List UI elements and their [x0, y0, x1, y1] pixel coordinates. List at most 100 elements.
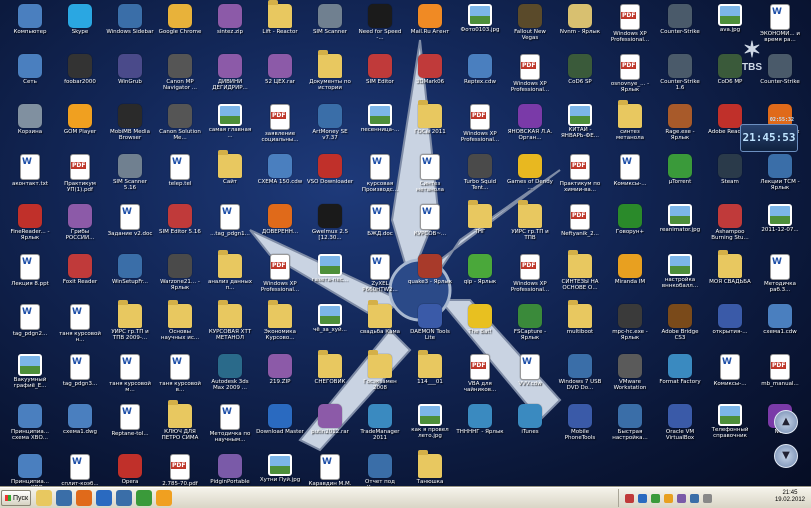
desktop-icon[interactable]: ТННННГ - Ярлык	[456, 404, 504, 435]
desktop-icon[interactable]: Принципиа... схема ХВО...	[6, 404, 54, 441]
desktop-icon[interactable]: µTorrent	[656, 154, 704, 185]
desktop-icon[interactable]: КЛЮЧ ДЛЯ ПЕТРО СИМА	[156, 400, 204, 441]
taskbar-clock[interactable]: 21:45 19.02.2012	[775, 490, 805, 504]
desktop-icon[interactable]: foobar2000	[56, 54, 104, 85]
desktop-icon[interactable]: Windows XP Professional...	[456, 104, 504, 143]
desktop-icon[interactable]: multiboot	[556, 300, 604, 335]
desktop-icon[interactable]: Rage.exe - Ярлык	[656, 104, 704, 141]
desktop-icon[interactable]: Canon MP Navigator ...	[156, 54, 204, 91]
desktop-icon[interactable]: Лекция 8.ppt	[6, 254, 54, 287]
desktop-icon[interactable]: Корзина	[6, 104, 54, 135]
desktop-icon[interactable]: Отчет под Комикс...	[356, 454, 404, 487]
desktop-icon[interactable]: FSCapture - Ярлык	[506, 304, 554, 341]
desktop-icon[interactable]: Reptane-tol...	[106, 404, 154, 437]
clock-gadget[interactable]: 02:55:32 21:45:53	[740, 117, 798, 152]
desktop-icon[interactable]: схема1.cdw	[756, 304, 804, 335]
desktop-icon[interactable]: аконтакт.txt	[6, 154, 54, 187]
desktop-icon[interactable]: как я провел лето.jpg	[406, 404, 454, 439]
desktop-icon[interactable]: sintez.zip	[206, 4, 254, 35]
desktop-icon[interactable]: Warzone21... - Ярлык	[156, 254, 204, 291]
desktop-icon[interactable]: газета-пес...	[306, 254, 354, 283]
desktop-icon[interactable]: ArtMoney SE v7.37	[306, 104, 354, 141]
desktop-icon[interactable]: БЖД.doc	[356, 204, 404, 237]
desktop-icon[interactable]: ava.jpg	[706, 4, 754, 33]
quick-launch-icon[interactable]	[136, 490, 152, 506]
desktop-icon[interactable]: 219.ZIP	[256, 354, 304, 385]
quick-launch-icon[interactable]	[116, 490, 132, 506]
desktop-icon[interactable]: Turbo Squid Tent...	[456, 154, 504, 191]
desktop-icon[interactable]: Google Chrome	[156, 4, 204, 35]
desktop-icon[interactable]: ДИВИНИ ДЕГИДРИР...	[206, 54, 254, 91]
desktop-icon[interactable]: Skype	[56, 4, 104, 35]
desktop-icon[interactable]: Opera	[106, 454, 154, 485]
desktop-icon[interactable]: сплит-коэб...	[56, 454, 104, 487]
desktop-icon[interactable]: Телефонный справочник	[706, 404, 754, 439]
desktop-icon[interactable]: Games of Dendy ...	[506, 154, 554, 191]
desktop-icon[interactable]: Windows XP Professional...	[506, 254, 554, 293]
desktop-icon[interactable]: Танюшка	[406, 450, 454, 485]
desktop-icon[interactable]: чё_за_хуй...	[306, 304, 354, 333]
desktop-icon[interactable]: Foxit Reader	[56, 254, 104, 285]
desktop-icon[interactable]: Mail.Ru Агент	[406, 4, 454, 35]
tray-icon[interactable]	[651, 494, 660, 503]
tray-icon[interactable]	[664, 494, 673, 503]
desktop-icon[interactable]: Windows Sidebar	[106, 4, 154, 35]
desktop-icon[interactable]: WinGrub	[106, 54, 154, 85]
desktop-icon[interactable]: reanimator.jpg	[656, 204, 704, 233]
desktop-icon[interactable]: Neftyanik_2...	[556, 204, 604, 237]
desktop-icon[interactable]: The Bat!	[456, 304, 504, 335]
desktop-icon[interactable]: Принципиа... схема ХВО...	[6, 454, 54, 487]
quick-launch-icon[interactable]	[96, 490, 112, 506]
desktop-icon[interactable]: CoD6 SP	[556, 54, 604, 85]
desktop-icon[interactable]: Steam	[706, 154, 754, 185]
desktop-icon[interactable]: 2.785-70.pdf	[156, 454, 204, 487]
desktop-icon[interactable]: Windows XP Professional...	[256, 254, 304, 293]
desktop-icon[interactable]: Lift - Reactor	[256, 0, 304, 35]
desktop-icon[interactable]: GOM Player	[56, 104, 104, 135]
desktop-icon[interactable]: Синтез метанола	[406, 154, 454, 193]
tray-icon[interactable]	[703, 494, 712, 503]
desktop-icon[interactable]: tag_pdgn3...	[56, 354, 104, 387]
desktop-icon[interactable]: Комиксы-...	[606, 154, 654, 187]
quick-launch-icon[interactable]	[156, 490, 172, 506]
desktop-icon[interactable]: Говорун+	[606, 204, 654, 235]
desktop-icon[interactable]: Fallout New Vegas	[506, 4, 554, 41]
desktop-icon[interactable]: osnovnye_... - Ярлык	[606, 54, 654, 93]
desktop-icon[interactable]: Windows 7 USB DVD Do...	[556, 354, 604, 391]
desktop-icon[interactable]: SIM Scanner	[306, 4, 354, 35]
desktop-icon[interactable]: 3DMark06	[406, 54, 454, 85]
desktop-icon[interactable]: Грибы РОССИИ...	[56, 204, 104, 241]
desktop-icon[interactable]: Miranda IM	[606, 254, 654, 285]
desktop-icon[interactable]: mb_manual...	[756, 354, 804, 387]
desktop-icon[interactable]: WinSetupFr...	[106, 254, 154, 285]
desktop-icon[interactable]: Сайт	[206, 150, 254, 185]
desktop-icon[interactable]: ДОВЕРЕНН...	[256, 204, 304, 235]
desktop-icon[interactable]: УИРС гр.ТП и ТПВ	[506, 200, 554, 241]
desktop-icon[interactable]: СНЕГОВИК	[306, 350, 354, 385]
desktop-icon[interactable]: Nvnm - Ярлык	[556, 4, 604, 35]
desktop-icon[interactable]: mpc-hc.exe - Ярлык	[606, 304, 654, 341]
desktop-icon[interactable]: VVV.cdw	[506, 354, 554, 387]
desktop-icon[interactable]: Методичка раб.3...	[756, 254, 804, 293]
desktop-icon[interactable]: Oracle VM VirtualBox	[656, 404, 704, 441]
desktop-icon[interactable]: песенница-...	[356, 104, 404, 133]
quick-launch-icon[interactable]	[76, 490, 92, 506]
desktop-icon[interactable]: УИРС гр.ТП и ТПВ 2009-...	[106, 300, 154, 341]
desktop-icon[interactable]: SIM Editor	[356, 54, 404, 85]
desktop-icon[interactable]: анализ данных п...	[206, 250, 254, 291]
desktop-icon[interactable]: 52 ЦЕХ.rar	[256, 54, 304, 85]
desktop-icon[interactable]: Фото0103.jpg	[456, 4, 504, 33]
desktop-icon[interactable]: Counter-Strike	[656, 4, 704, 35]
desktop-icon[interactable]: Canon Solution Me...	[156, 104, 204, 141]
desktop-icon[interactable]: Gwelmux 2.5 [12.30...	[306, 204, 354, 241]
desktop-icon[interactable]: Основы научных ис...	[156, 300, 204, 341]
desktop-icon[interactable]: Сеть	[6, 54, 54, 85]
desktop-icon[interactable]: Документы по истории	[306, 50, 354, 91]
tray-icon[interactable]	[638, 494, 647, 503]
tray-icon[interactable]	[690, 494, 699, 503]
tray-icon[interactable]	[625, 494, 634, 503]
desktop-icon[interactable]: Mobile PhoneTools	[556, 404, 604, 441]
desktop-icon[interactable]: Ashampoo Burning Stu...	[706, 204, 754, 241]
desktop-icon[interactable]: ...tag_pdgn1...	[206, 204, 254, 237]
desktop-icon[interactable]: Reptex.cdw	[456, 54, 504, 85]
